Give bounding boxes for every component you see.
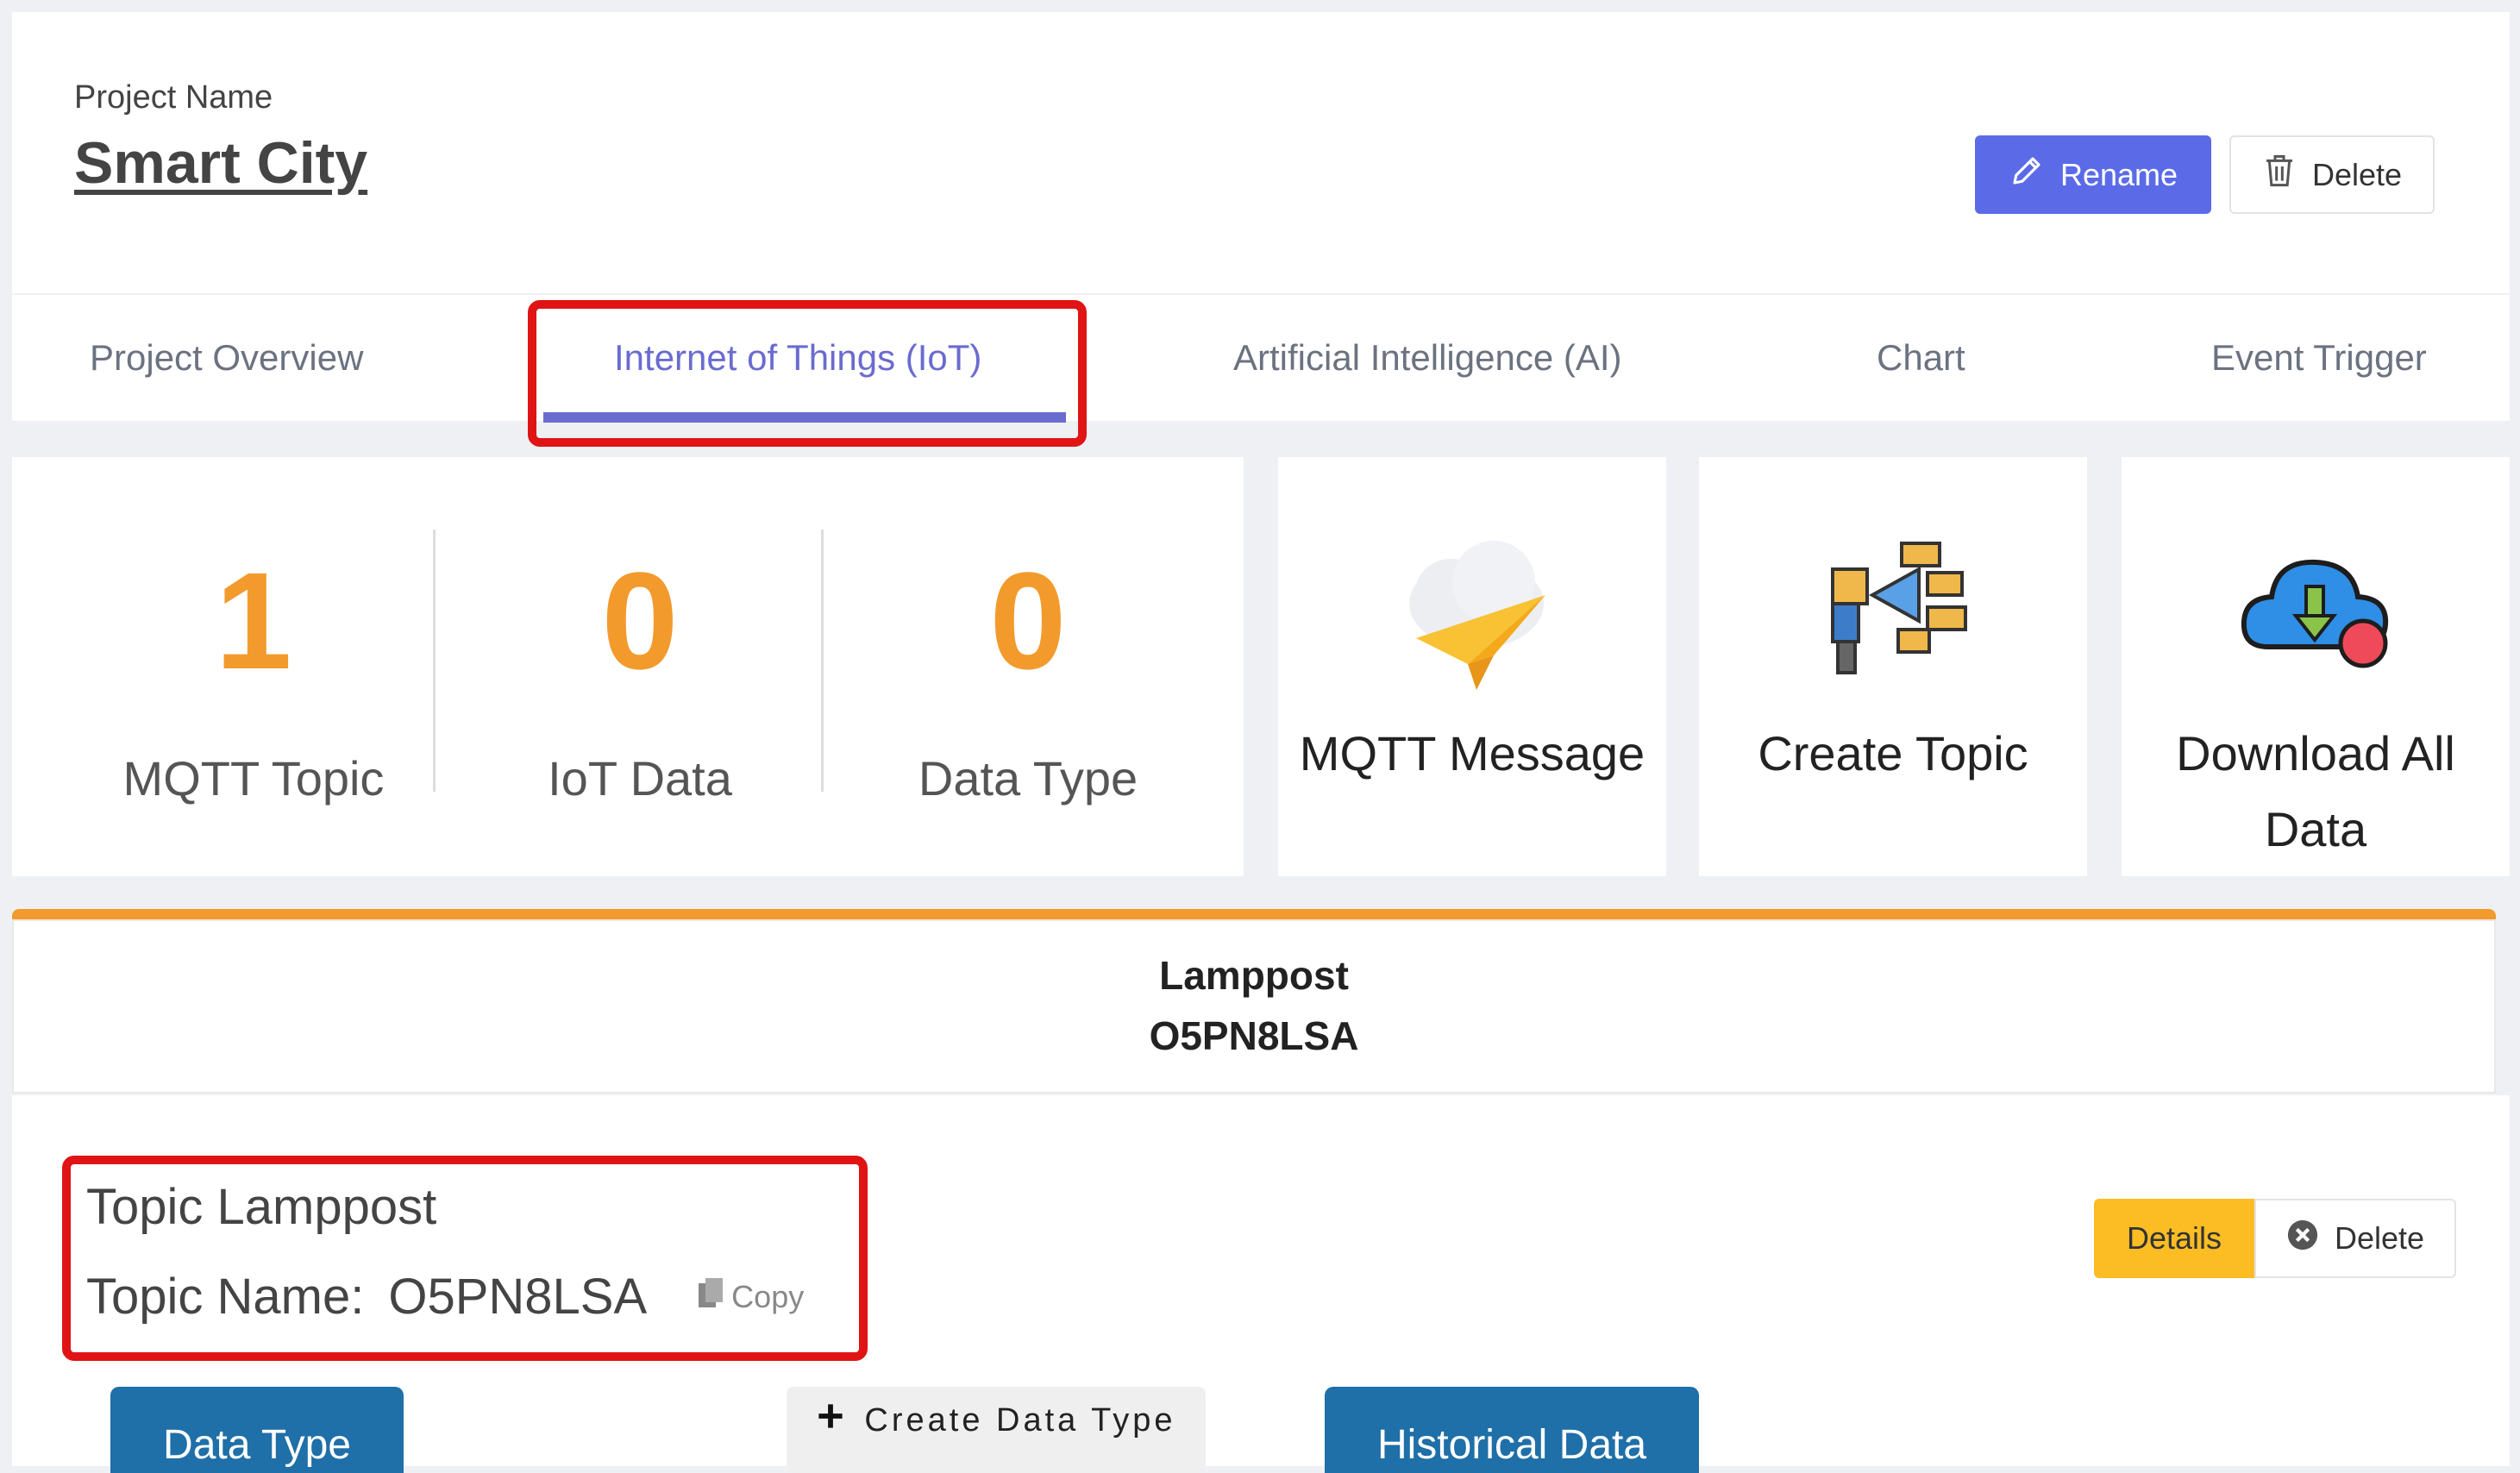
highlight-box-topic — [62, 1156, 868, 1361]
topic-title: Lamppost — [1159, 953, 1349, 998]
create-data-type-label: Create Data Type — [864, 1401, 1176, 1439]
historical-data-button[interactable]: Historical Data — [1325, 1387, 1699, 1473]
topic-code: O5PN8LSA — [1149, 1013, 1359, 1058]
divider — [821, 530, 824, 792]
delete-topic-label: Delete — [2334, 1220, 2425, 1256]
create-data-type-button[interactable]: Create Data Type — [787, 1387, 1206, 1473]
download-all-data-card[interactable]: Download All Data — [2122, 457, 2510, 876]
tab-ai[interactable]: Artificial Intelligence (AI) — [1233, 295, 1622, 421]
stat-value: 1 — [215, 543, 292, 698]
stat-iot-data: 0 IoT Data — [450, 457, 830, 876]
stats-card: 1 MQTT Topic 0 IoT Data 0 Data Type — [12, 457, 1244, 876]
trash-icon — [2262, 152, 2297, 197]
rename-label: Rename — [2059, 156, 2178, 192]
divider — [433, 530, 436, 792]
stat-value: 0 — [601, 543, 679, 698]
highlight-box-tab — [528, 300, 1087, 447]
stat-label: Data Type — [918, 751, 1138, 805]
stat-mqtt-topic: 1 MQTT Topic — [64, 457, 443, 876]
rename-button[interactable]: Rename — [1975, 135, 2211, 214]
plus-icon — [816, 1401, 845, 1439]
cloud-download-icon — [2122, 535, 2510, 690]
mqtt-message-label: MQTT Message — [1299, 726, 1646, 780]
mqtt-message-card[interactable]: MQTT Message — [1278, 457, 1666, 876]
topic-header: Lamppost O5PN8LSA — [12, 919, 2496, 1094]
stat-label: MQTT Topic — [122, 751, 385, 805]
stat-value: 0 — [989, 543, 1067, 698]
broadcast-megaphone-icon — [1699, 535, 2087, 690]
create-topic-label: Create Topic — [1758, 726, 2028, 780]
create-topic-card[interactable]: Create Topic — [1699, 457, 2087, 876]
data-type-button[interactable]: Data Type — [110, 1387, 404, 1473]
project-name-title[interactable]: Smart City — [74, 129, 367, 197]
delete-topic-button[interactable]: Delete — [2254, 1199, 2456, 1278]
stat-data-type: 0 Data Type — [838, 457, 1218, 876]
tab-project-overview[interactable]: Project Overview — [90, 295, 363, 421]
download-all-data-label: Download All Data — [2176, 726, 2455, 856]
project-name-label: Project Name — [74, 79, 273, 116]
pencil-icon — [2009, 153, 2045, 197]
tab-chart[interactable]: Chart — [1877, 295, 1965, 421]
delete-label: Delete — [2311, 156, 2403, 192]
stat-label: IoT Data — [548, 751, 732, 805]
close-circle-icon — [2286, 1219, 2319, 1259]
paper-plane-cloud-icon — [1278, 535, 1666, 690]
tab-event-trigger[interactable]: Event Trigger — [2211, 295, 2427, 421]
tab-bar: Project Overview Internet of Things (IoT… — [12, 295, 2510, 421]
delete-project-button[interactable]: Delete — [2229, 135, 2435, 214]
details-button[interactable]: Details — [2094, 1199, 2254, 1278]
